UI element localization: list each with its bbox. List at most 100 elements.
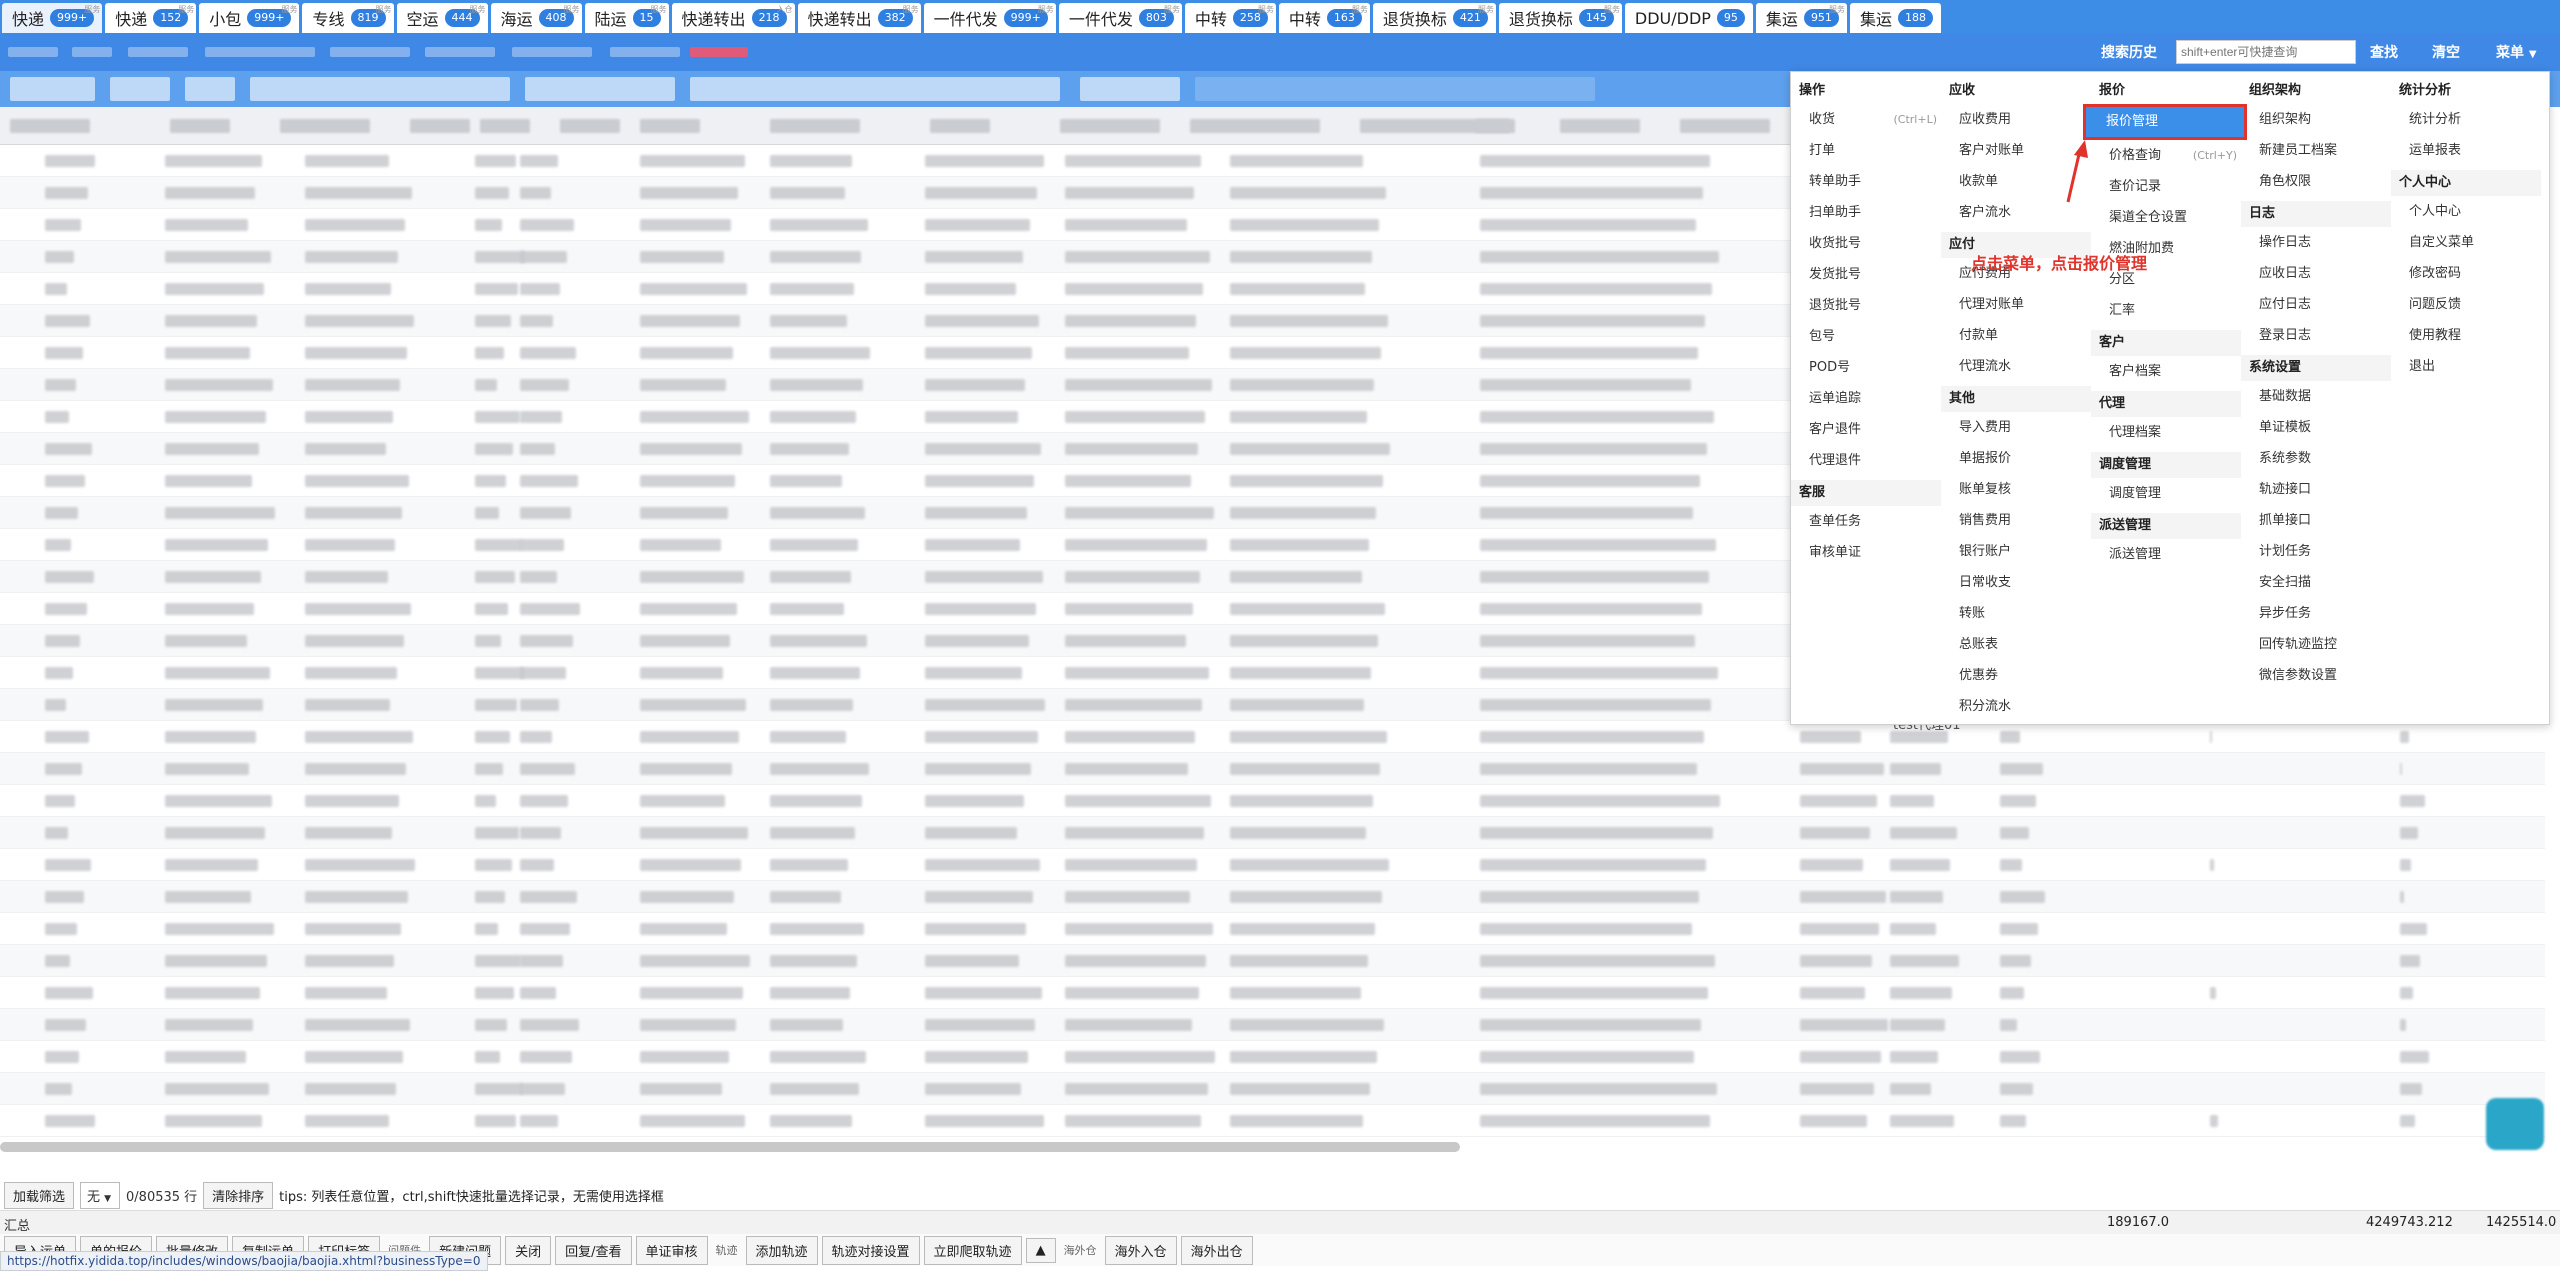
- table-row[interactable]: [0, 977, 2545, 1009]
- track-settings-button[interactable]: 轨迹对接设置: [821, 1235, 920, 1265]
- module-tab[interactable]: 中转 163 服务: [1278, 3, 1370, 33]
- menu-item[interactable]: 银行账户: [1941, 536, 2091, 567]
- table-row[interactable]: [0, 753, 2545, 785]
- page-size-select[interactable]: 无 ▼: [80, 1181, 121, 1209]
- warehouse-out-button[interactable]: 海外出仓: [1180, 1235, 1253, 1265]
- menu-item[interactable]: 退货批号: [1791, 290, 1941, 321]
- column-header[interactable]: [1475, 119, 1515, 133]
- menu-item[interactable]: 客户流水: [1941, 197, 2091, 228]
- menu-item[interactable]: POD号: [1791, 352, 1941, 383]
- menu-item[interactable]: 客户对账单: [1941, 135, 2091, 166]
- column-header[interactable]: [930, 119, 990, 133]
- column-header[interactable]: [170, 119, 230, 133]
- table-row[interactable]: [0, 1073, 2545, 1105]
- menu-item[interactable]: 日常收支: [1941, 567, 2091, 598]
- menu-item[interactable]: 运单报表: [2391, 135, 2541, 166]
- filter-chip[interactable]: [10, 77, 95, 101]
- menu-item[interactable]: 优惠券: [1941, 660, 2091, 691]
- menu-item[interactable]: 登录日志: [2241, 320, 2391, 351]
- blurred-toolbar-item[interactable]: [128, 47, 188, 57]
- crawl-track-button[interactable]: 立即爬取轨迹: [923, 1235, 1022, 1265]
- blurred-toolbar-item[interactable]: [330, 47, 410, 57]
- blurred-toolbar-item[interactable]: [512, 47, 592, 57]
- search-button[interactable]: 查找: [2370, 42, 2398, 62]
- menu-item[interactable]: 账单复核: [1941, 474, 2091, 505]
- chevron-up-icon[interactable]: ▲: [1025, 1237, 1056, 1263]
- menu-item[interactable]: 总账表: [1941, 629, 2091, 660]
- module-tab[interactable]: 快递 999+ 服务: [2, 3, 103, 33]
- blurred-toolbar-item[interactable]: [425, 47, 495, 57]
- menu-item[interactable]: 组织架构: [2241, 104, 2391, 135]
- search-history-button[interactable]: 搜索历史: [2101, 42, 2157, 62]
- menu-item[interactable]: 退出: [2391, 351, 2541, 382]
- column-header[interactable]: [1680, 119, 1770, 133]
- menu-item[interactable]: 转单助手: [1791, 166, 1941, 197]
- column-header[interactable]: [1560, 119, 1640, 133]
- menu-button[interactable]: 菜单 ▼: [2496, 42, 2537, 62]
- menu-item[interactable]: 应收日志: [2241, 258, 2391, 289]
- module-tab[interactable]: 快递转出 382 服务: [797, 3, 921, 33]
- table-row[interactable]: [0, 721, 2545, 753]
- module-tab[interactable]: 快递转出 218 入仓: [671, 3, 795, 33]
- menu-item[interactable]: 微信参数设置: [2241, 660, 2391, 691]
- table-row[interactable]: [0, 945, 2545, 977]
- menu-item[interactable]: 角色权限: [2241, 166, 2391, 197]
- menu-item[interactable]: 收货批号: [1791, 228, 1941, 259]
- module-tab[interactable]: DDU/DDP 95: [1624, 3, 1753, 33]
- module-tab[interactable]: 海运 408 服务: [490, 3, 582, 33]
- reply-view-button[interactable]: 回复/查看: [555, 1235, 632, 1265]
- table-row[interactable]: [0, 849, 2545, 881]
- menu-item[interactable]: 导入费用: [1941, 412, 2091, 443]
- add-track-button[interactable]: 添加轨迹: [745, 1235, 818, 1265]
- filter-chip[interactable]: [525, 77, 675, 101]
- menu-item[interactable]: 修改密码: [2391, 258, 2541, 289]
- module-tab[interactable]: 一件代发 999+ 服务: [923, 3, 1056, 33]
- column-header[interactable]: [10, 119, 90, 133]
- menu-item[interactable]: 转账: [1941, 598, 2091, 629]
- menu-item[interactable]: 操作日志: [2241, 227, 2391, 258]
- doc-review-button[interactable]: 单证审核: [635, 1235, 708, 1265]
- blurred-toolbar-item[interactable]: [72, 47, 112, 57]
- menu-item[interactable]: 异步任务: [2241, 598, 2391, 629]
- menu-item[interactable]: 个人中心: [2391, 196, 2541, 227]
- module-tab[interactable]: 空运 444 服务: [396, 3, 488, 33]
- blurred-toolbar-item[interactable]: [8, 47, 58, 57]
- menu-item[interactable]: 新建员工档案: [2241, 135, 2391, 166]
- table-row[interactable]: [0, 785, 2545, 817]
- menu-item[interactable]: 安全扫描: [2241, 567, 2391, 598]
- menu-item-quote-management[interactable]: 报价管理: [2083, 104, 2247, 140]
- menu-item[interactable]: 积分流水: [1941, 691, 2091, 722]
- menu-item[interactable]: 派送管理: [2091, 539, 2241, 570]
- menu-item[interactable]: 收款单: [1941, 166, 2091, 197]
- module-tab[interactable]: 快递 152 服务: [105, 3, 197, 33]
- module-tab[interactable]: 陆运 15 服务: [584, 3, 669, 33]
- menu-item[interactable]: 轨迹接口: [2241, 474, 2391, 505]
- column-header[interactable]: [560, 119, 620, 133]
- menu-item[interactable]: 计划任务: [2241, 536, 2391, 567]
- menu-item[interactable]: 统计分析: [2391, 104, 2541, 135]
- horizontal-scrollbar[interactable]: [0, 1142, 1460, 1152]
- menu-item[interactable]: 发货批号: [1791, 259, 1941, 290]
- module-tab[interactable]: 退货换标 421 服务: [1372, 3, 1496, 33]
- menu-item[interactable]: 付款单: [1941, 320, 2091, 351]
- menu-item[interactable]: 单据报价: [1941, 443, 2091, 474]
- filter-chip[interactable]: [1080, 77, 1180, 101]
- warehouse-in-button[interactable]: 海外入仓: [1104, 1235, 1177, 1265]
- menu-item[interactable]: 价格查询 (Ctrl+Y): [2091, 140, 2241, 171]
- menu-item[interactable]: 运单追踪: [1791, 383, 1941, 414]
- menu-item[interactable]: 应收费用: [1941, 104, 2091, 135]
- menu-item[interactable]: 扫单助手: [1791, 197, 1941, 228]
- menu-item[interactable]: 回传轨迹监控: [2241, 629, 2391, 660]
- menu-item[interactable]: 汇率: [2091, 295, 2241, 326]
- menu-item[interactable]: 调度管理: [2091, 478, 2241, 509]
- blurred-toolbar-item[interactable]: [205, 47, 315, 57]
- module-tab[interactable]: 专线 819 服务: [302, 3, 394, 33]
- filter-chip[interactable]: [250, 77, 510, 101]
- module-tab[interactable]: 集运 951 服务: [1755, 3, 1847, 33]
- column-header[interactable]: [280, 119, 370, 133]
- menu-item[interactable]: 应付日志: [2241, 289, 2391, 320]
- filter-chip[interactable]: [185, 77, 235, 101]
- filter-chip[interactable]: [690, 77, 1060, 101]
- column-header[interactable]: [640, 119, 700, 133]
- module-tab[interactable]: 中转 258 服务: [1184, 3, 1276, 33]
